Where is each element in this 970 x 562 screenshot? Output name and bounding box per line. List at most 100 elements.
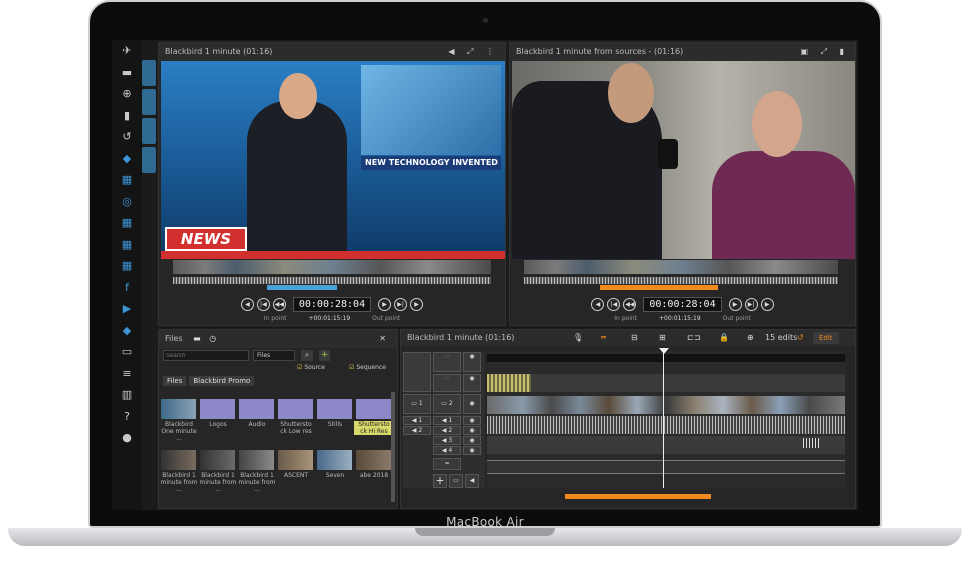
next-frame-button[interactable]: ▶ (410, 298, 424, 311)
zoom-icon[interactable]: ⊕ (747, 330, 754, 346)
add-button[interactable]: + (319, 350, 330, 361)
playhead-marker[interactable] (659, 348, 669, 354)
clock-icon[interactable]: ◷ (209, 334, 216, 343)
facebook-icon[interactable]: f (112, 277, 142, 299)
rewind-button[interactable]: ◀◀ (623, 298, 637, 311)
folder-thumb[interactable] (356, 399, 391, 419)
folder-thumb[interactable] (239, 399, 274, 419)
list-icon[interactable]: ≡ (112, 363, 142, 385)
visibility-icon[interactable]: ◉ (463, 426, 481, 435)
film-icon[interactable]: ▦ (112, 169, 142, 191)
audio-target-1[interactable]: ◀ 1 (433, 416, 461, 425)
audio-target-3[interactable]: ◀ 3 (433, 436, 461, 445)
history-icon[interactable]: ↺ (112, 126, 142, 148)
split-tool-icon[interactable]: ⊟ (631, 330, 638, 346)
file-thumb[interactable] (317, 450, 352, 470)
left-timecode[interactable]: 00:00:28:04 (292, 297, 372, 312)
trash-icon[interactable]: ▮ (112, 105, 142, 127)
youtube-icon[interactable]: ▶ (112, 298, 142, 320)
blackbird-logo-icon[interactable]: ✈ (112, 40, 142, 62)
filter-select[interactable]: Files (253, 350, 295, 361)
visibility-icon[interactable]: ◉ (463, 352, 481, 372)
left-scrub-bar[interactable] (173, 260, 491, 274)
audio-track-1[interactable]: ◀ 1 (403, 416, 431, 425)
file-thumb[interactable] (161, 450, 196, 470)
timeline-range-bar[interactable] (565, 494, 711, 499)
files-scrollbar[interactable] (391, 392, 395, 502)
chart-icon[interactable]: ▥ (112, 384, 142, 406)
ripple-tool-icon[interactable]: ⊏⊐ (687, 330, 700, 346)
right-scrub-bar[interactable] (524, 260, 838, 274)
track-button[interactable]: ▭ (433, 374, 461, 392)
trim-tool-icon[interactable]: ═ (601, 330, 606, 346)
audio-add-button[interactable]: ◀ (465, 474, 479, 488)
twitter-icon[interactable]: ◆ (112, 320, 142, 342)
edit-button[interactable]: Edit (813, 332, 839, 344)
splice-tool-icon[interactable]: ⊞ (659, 330, 666, 346)
audio-track-2[interactable]: ◀ 2 (403, 426, 431, 435)
globe-icon[interactable]: ◎ (112, 191, 142, 213)
sidebar-tab[interactable] (142, 118, 156, 144)
prev-frame-button[interactable]: ◀ (591, 298, 605, 311)
sidebar-tab[interactable] (142, 89, 156, 115)
film-icon[interactable]: ▦ (112, 234, 142, 256)
play-button[interactable]: ▶ (378, 298, 392, 311)
mark-in-button[interactable]: |◀ (607, 298, 621, 311)
sequence-checkbox[interactable]: ☑ Sequence (349, 364, 386, 371)
film-icon[interactable]: ▦ (112, 212, 142, 234)
mark-out-button[interactable]: ▶| (394, 298, 408, 311)
next-frame-button[interactable]: ▶ (760, 298, 774, 311)
source-checkbox[interactable]: ☑ Source (297, 364, 325, 371)
help-icon[interactable]: ? (112, 406, 142, 428)
breadcrumb-item[interactable]: Files (163, 376, 187, 386)
close-icon[interactable]: ✕ (379, 330, 391, 348)
folder-thumb[interactable] (317, 399, 352, 419)
lock-icon[interactable]: 🔒 (719, 330, 729, 346)
add-icon[interactable]: ⊕ (112, 83, 142, 105)
video-track-1[interactable]: ▭ 1 (403, 394, 431, 414)
visibility-icon[interactable]: ◉ (463, 446, 481, 455)
visibility-icon[interactable]: ◉ (463, 416, 481, 425)
file-thumb[interactable] (278, 450, 313, 470)
track-button[interactable]: ▭ (433, 352, 461, 372)
viewer-tools[interactable]: ▣ ⤢ ▮ (801, 43, 849, 61)
visibility-icon[interactable]: ◉ (463, 394, 481, 414)
mark-out-button[interactable]: ▶| (744, 298, 758, 311)
chat-icon[interactable]: ● (112, 427, 142, 449)
playhead[interactable] (663, 352, 664, 488)
visibility-icon[interactable]: ◉ (463, 374, 481, 392)
left-video[interactable]: NEW TECHNOLOGY INVENTED NEWS (161, 61, 505, 259)
search-button[interactable]: ⌕ (301, 350, 313, 361)
keyboard-icon[interactable]: ▭ (112, 341, 142, 363)
viewer-tools[interactable]: ◀ ⤢ ⋮ (448, 43, 499, 61)
right-timecode[interactable]: 00:00:28:04 (643, 297, 722, 312)
play-button[interactable]: ▶ (728, 298, 742, 311)
tracks-area[interactable] (487, 348, 845, 488)
right-video[interactable] (512, 61, 855, 259)
microphone-icon[interactable]: 🎙 (573, 330, 583, 346)
track-button[interactable] (403, 352, 431, 392)
add-track-button[interactable]: + (433, 474, 447, 488)
file-thumb[interactable] (200, 450, 235, 470)
search-input[interactable] (163, 350, 249, 361)
twitter-icon[interactable]: ◆ (112, 148, 142, 170)
video-track-target[interactable]: ▭ 2 (433, 394, 461, 414)
audio-target-2[interactable]: ◀ 2 (433, 426, 461, 435)
undo-icon[interactable]: ↺ (797, 330, 804, 346)
audio-target-4[interactable]: ◀ 4 (433, 446, 461, 455)
breadcrumb-item[interactable]: Blackbird Promo (189, 376, 255, 386)
audio-mix-button[interactable]: ═ (433, 458, 461, 470)
sidebar-tab[interactable] (142, 60, 156, 86)
file-thumb[interactable] (356, 450, 391, 470)
sidebar-tab[interactable] (142, 147, 156, 173)
film-icon[interactable]: ▦ (112, 255, 142, 277)
folder-thumb[interactable] (200, 399, 235, 419)
mark-in-button[interactable]: |◀ (256, 298, 270, 311)
folder-icon[interactable]: ▬ (193, 334, 201, 343)
file-thumb[interactable] (161, 399, 196, 419)
prev-frame-button[interactable]: ◀ (240, 298, 254, 311)
folder-icon[interactable]: ▬ (112, 62, 142, 84)
video-add-button[interactable]: ▭ (449, 474, 463, 488)
visibility-icon[interactable]: ◉ (463, 436, 481, 445)
rewind-button[interactable]: ◀◀ (272, 298, 286, 311)
